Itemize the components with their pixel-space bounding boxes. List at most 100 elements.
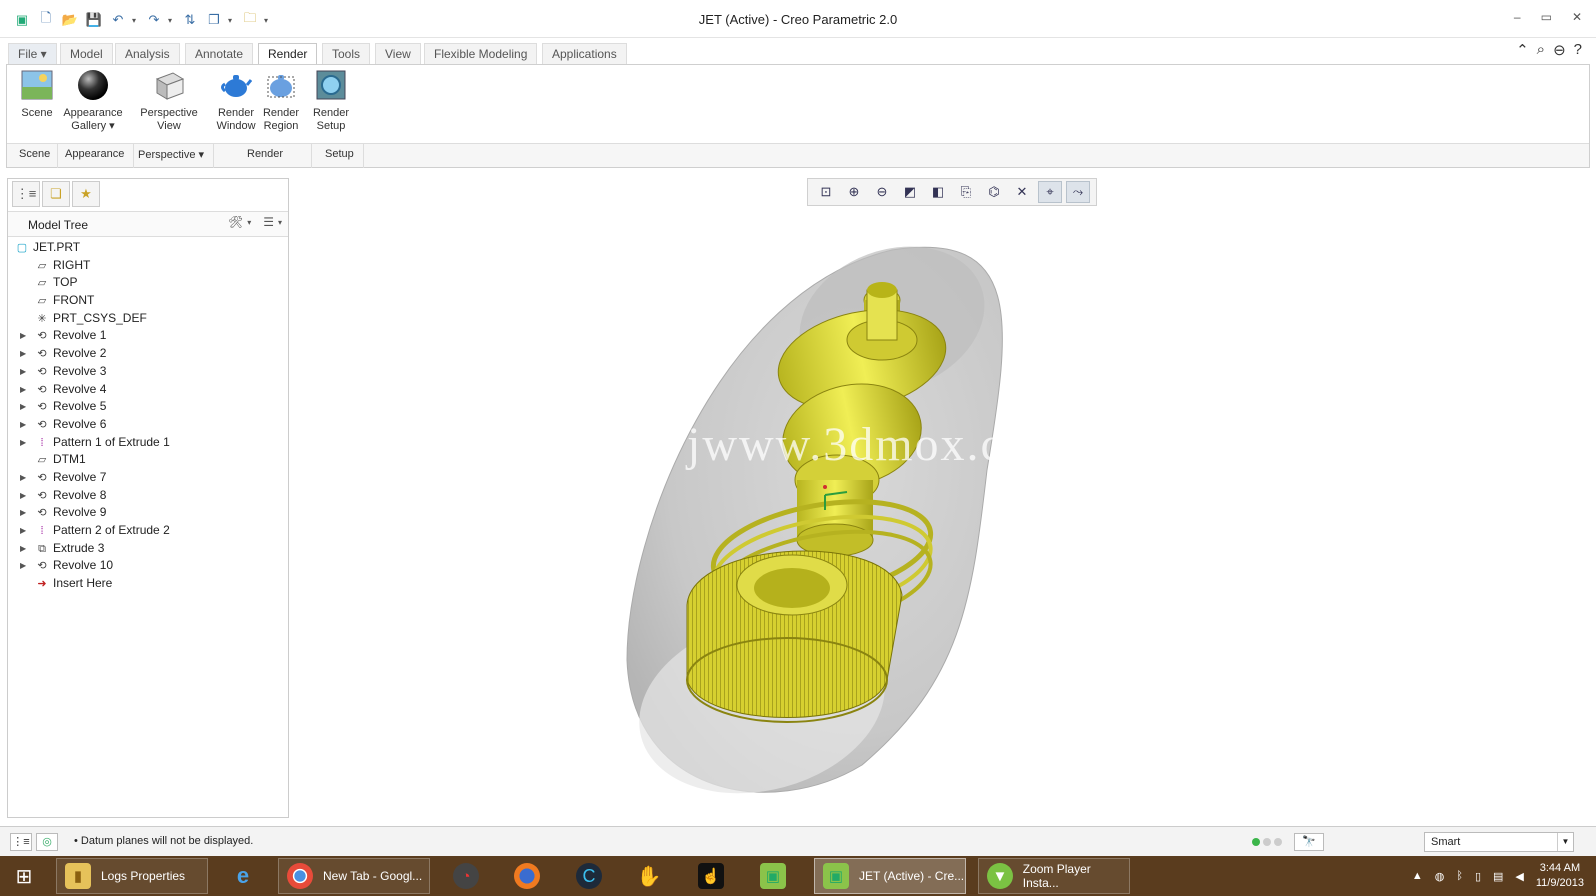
navigator-toggle-icon[interactable]: ⋮≡ bbox=[10, 833, 32, 851]
tree-item-revolve-2[interactable]: ▶ ⟲ Revolve 2 bbox=[8, 345, 288, 363]
tray-expand-icon[interactable]: ▲ bbox=[1412, 870, 1423, 882]
tab-model[interactable]: Model bbox=[60, 43, 113, 64]
taskbar-firefox[interactable] bbox=[506, 858, 558, 894]
close-button[interactable]: ✕ bbox=[1572, 10, 1582, 24]
model-tree-tab-icon[interactable]: ⋮≡ bbox=[12, 181, 40, 207]
tree-item-revolve-7[interactable]: ▶ ⟲ Revolve 7 bbox=[8, 469, 288, 487]
settings-icon[interactable]: 🛠 bbox=[228, 215, 243, 229]
display-style-icon[interactable]: ◧ bbox=[926, 181, 950, 203]
show-icon[interactable]: ☰ bbox=[263, 215, 274, 229]
tree-item-revolve-10[interactable]: ▶ ⟲ Revolve 10 bbox=[8, 557, 288, 575]
perspective-view-button[interactable]: Perspective View bbox=[139, 69, 199, 133]
minimize-button[interactable]: – bbox=[1514, 10, 1521, 24]
tree-item-revolve-4[interactable]: ▶ ⟲ Revolve 4 bbox=[8, 381, 288, 399]
jet-engine-model[interactable]: jwww.3dmox.c bbox=[292, 210, 1592, 820]
tree-item-revolve-9[interactable]: ▶ ⟲ Revolve 9 bbox=[8, 504, 288, 522]
group-perspective[interactable]: Perspective ▾ bbox=[138, 148, 204, 161]
tree-item-revolve-5[interactable]: ▶ ⟲ Revolve 5 bbox=[8, 398, 288, 416]
tree-item-insert-here[interactable]: ➜ Insert Here bbox=[8, 575, 288, 593]
expand-arrow-icon[interactable]: ▶ bbox=[20, 434, 30, 451]
tree-item-revolve-6[interactable]: ▶ ⟲ Revolve 6 bbox=[8, 416, 288, 434]
datum-display-icon[interactable]: ✕ bbox=[1010, 181, 1034, 203]
windows-start-button[interactable]: ⊞ bbox=[0, 856, 48, 896]
expand-arrow-icon[interactable]: ▶ bbox=[20, 522, 30, 539]
settings-dropdown-icon[interactable]: ▾ bbox=[247, 218, 251, 227]
tree-item-label: Revolve 7 bbox=[53, 469, 107, 484]
graphics-toolbar: ⊡ ⊕ ⊖ ◩ ◧ ⎘ ⌬ ✕ ⌖ ⤳ bbox=[807, 178, 1097, 206]
help-icon[interactable]: ? bbox=[1574, 41, 1582, 59]
render-setup-button[interactable]: Render Setup bbox=[301, 69, 361, 133]
expand-arrow-icon[interactable]: ▶ bbox=[20, 398, 30, 415]
expand-arrow-icon[interactable]: ▶ bbox=[20, 381, 30, 398]
tree-item-extrude-3[interactable]: ▶ ⧉ Extrude 3 bbox=[8, 540, 288, 558]
tree-item-front[interactable]: ▱ FRONT bbox=[8, 292, 288, 310]
tab-annotate[interactable]: Annotate bbox=[185, 43, 254, 64]
spin-center-icon[interactable]: ⌖ bbox=[1038, 181, 1062, 203]
tab-flexible-modeling[interactable]: Flexible Modeling bbox=[424, 43, 538, 64]
tab-applications[interactable]: Applications bbox=[542, 43, 627, 64]
expand-arrow-icon[interactable]: ▶ bbox=[20, 557, 30, 574]
taskbar-chrome[interactable]: New Tab - Googl... bbox=[278, 858, 430, 894]
selection-filter[interactable]: Smart ▼ bbox=[1424, 832, 1574, 852]
expand-arrow-icon[interactable]: ▶ bbox=[20, 416, 30, 433]
taskbar-logs-properties[interactable]: ▮ Logs Properties bbox=[56, 858, 208, 894]
favorites-tab-icon[interactable]: ★ bbox=[72, 181, 100, 207]
tree-item-pattern-1-of-extrude-1[interactable]: ▶ ⁞ Pattern 1 of Extrude 1 bbox=[8, 434, 288, 452]
taskbar-c-app[interactable]: C bbox=[568, 858, 620, 894]
scene-button[interactable]: Scene bbox=[7, 69, 67, 120]
network-globe-icon[interactable]: ◍ bbox=[1435, 870, 1445, 883]
regen-status-icon bbox=[1252, 838, 1282, 846]
expand-arrow-icon[interactable]: ▶ bbox=[20, 363, 30, 380]
graphics-viewport[interactable]: jwww.3dmox.c bbox=[292, 210, 1592, 820]
network-icon[interactable]: ▤ bbox=[1493, 870, 1503, 883]
tree-item-top[interactable]: ▱ TOP bbox=[8, 274, 288, 292]
tree-item-dtm1[interactable]: ▱ DTM1 bbox=[8, 451, 288, 469]
tree-item-prt-csys-def[interactable]: ✳ PRT_CSYS_DEF bbox=[8, 310, 288, 328]
taskbar-zoom-player[interactable]: ▼ Zoom Player Insta... bbox=[978, 858, 1130, 894]
tree-item-right[interactable]: ▱ RIGHT bbox=[8, 257, 288, 275]
tree-item-revolve-8[interactable]: ▶ ⟲ Revolve 8 bbox=[8, 487, 288, 505]
refit-icon[interactable]: ⊡ bbox=[814, 181, 838, 203]
clock[interactable]: 3:44 AM 11/9/2013 bbox=[1536, 861, 1584, 891]
zoom-in-icon[interactable]: ⊕ bbox=[842, 181, 866, 203]
appearance-gallery-button[interactable]: Appearance Gallery ▾ bbox=[63, 69, 123, 133]
view-manager-icon[interactable]: ⌬ bbox=[982, 181, 1006, 203]
annotation-display-icon[interactable]: ⤳ bbox=[1066, 181, 1090, 203]
tree-item-pattern-2-of-extrude-2[interactable]: ▶ ⁞ Pattern 2 of Extrude 2 bbox=[8, 522, 288, 540]
expand-arrow-icon[interactable]: ▶ bbox=[20, 469, 30, 486]
repaint-icon[interactable]: ◩ bbox=[898, 181, 922, 203]
chevron-down-icon[interactable]: ▼ bbox=[1557, 833, 1573, 851]
community-icon[interactable]: ⊖ bbox=[1553, 41, 1566, 59]
battery-icon[interactable]: ▯ bbox=[1475, 870, 1481, 883]
expand-arrow-icon[interactable]: ▶ bbox=[20, 504, 30, 521]
tab-analysis[interactable]: Analysis bbox=[115, 43, 180, 64]
tree-item-jet-prt[interactable]: ▢ JET.PRT bbox=[8, 239, 288, 257]
search-icon[interactable]: ⌕ bbox=[1537, 41, 1545, 59]
expand-arrow-icon[interactable]: ▶ bbox=[20, 487, 30, 504]
tree-item-revolve-3[interactable]: ▶ ⟲ Revolve 3 bbox=[8, 363, 288, 381]
expand-arrow-icon[interactable]: ▶ bbox=[20, 327, 30, 344]
tree-item-revolve-1[interactable]: ▶ ⟲ Revolve 1 bbox=[8, 327, 288, 345]
expand-arrow-icon[interactable]: ▶ bbox=[20, 345, 30, 362]
taskbar-creo-pinned[interactable]: ▣ bbox=[752, 858, 804, 894]
taskbar-hand-app[interactable]: ✋ bbox=[628, 858, 680, 894]
taskbar-jet-active[interactable]: ▣ JET (Active) - Cre... bbox=[814, 858, 966, 894]
bluetooth-icon[interactable]: ᛒ bbox=[1456, 870, 1463, 882]
volume-icon[interactable]: ◀ bbox=[1515, 870, 1523, 883]
tab-render[interactable]: Render bbox=[258, 43, 318, 65]
tab-file[interactable]: File ▾ bbox=[8, 43, 57, 64]
show-dropdown-icon[interactable]: ▾ bbox=[278, 218, 282, 227]
browser-toggle-icon[interactable]: ◎ bbox=[36, 833, 58, 851]
tab-tools[interactable]: Tools bbox=[322, 43, 371, 64]
find-icon[interactable]: 🔭 bbox=[1294, 833, 1324, 851]
minimize-ribbon-icon[interactable]: ⌃ bbox=[1516, 41, 1529, 59]
taskbar-ie[interactable]: e bbox=[222, 858, 274, 894]
expand-arrow-icon[interactable]: ▶ bbox=[20, 540, 30, 557]
taskbar-speed-app[interactable]: ◔ bbox=[445, 858, 497, 894]
taskbar-cursor-app[interactable]: ☝ bbox=[690, 858, 742, 894]
tab-view[interactable]: View bbox=[375, 43, 421, 64]
zoom-out-icon[interactable]: ⊖ bbox=[870, 181, 894, 203]
saved-views-icon[interactable]: ⎘ bbox=[954, 181, 978, 203]
maximize-button[interactable]: ▭ bbox=[1541, 10, 1552, 24]
folder-browser-tab-icon[interactable]: ❏ bbox=[42, 181, 70, 207]
